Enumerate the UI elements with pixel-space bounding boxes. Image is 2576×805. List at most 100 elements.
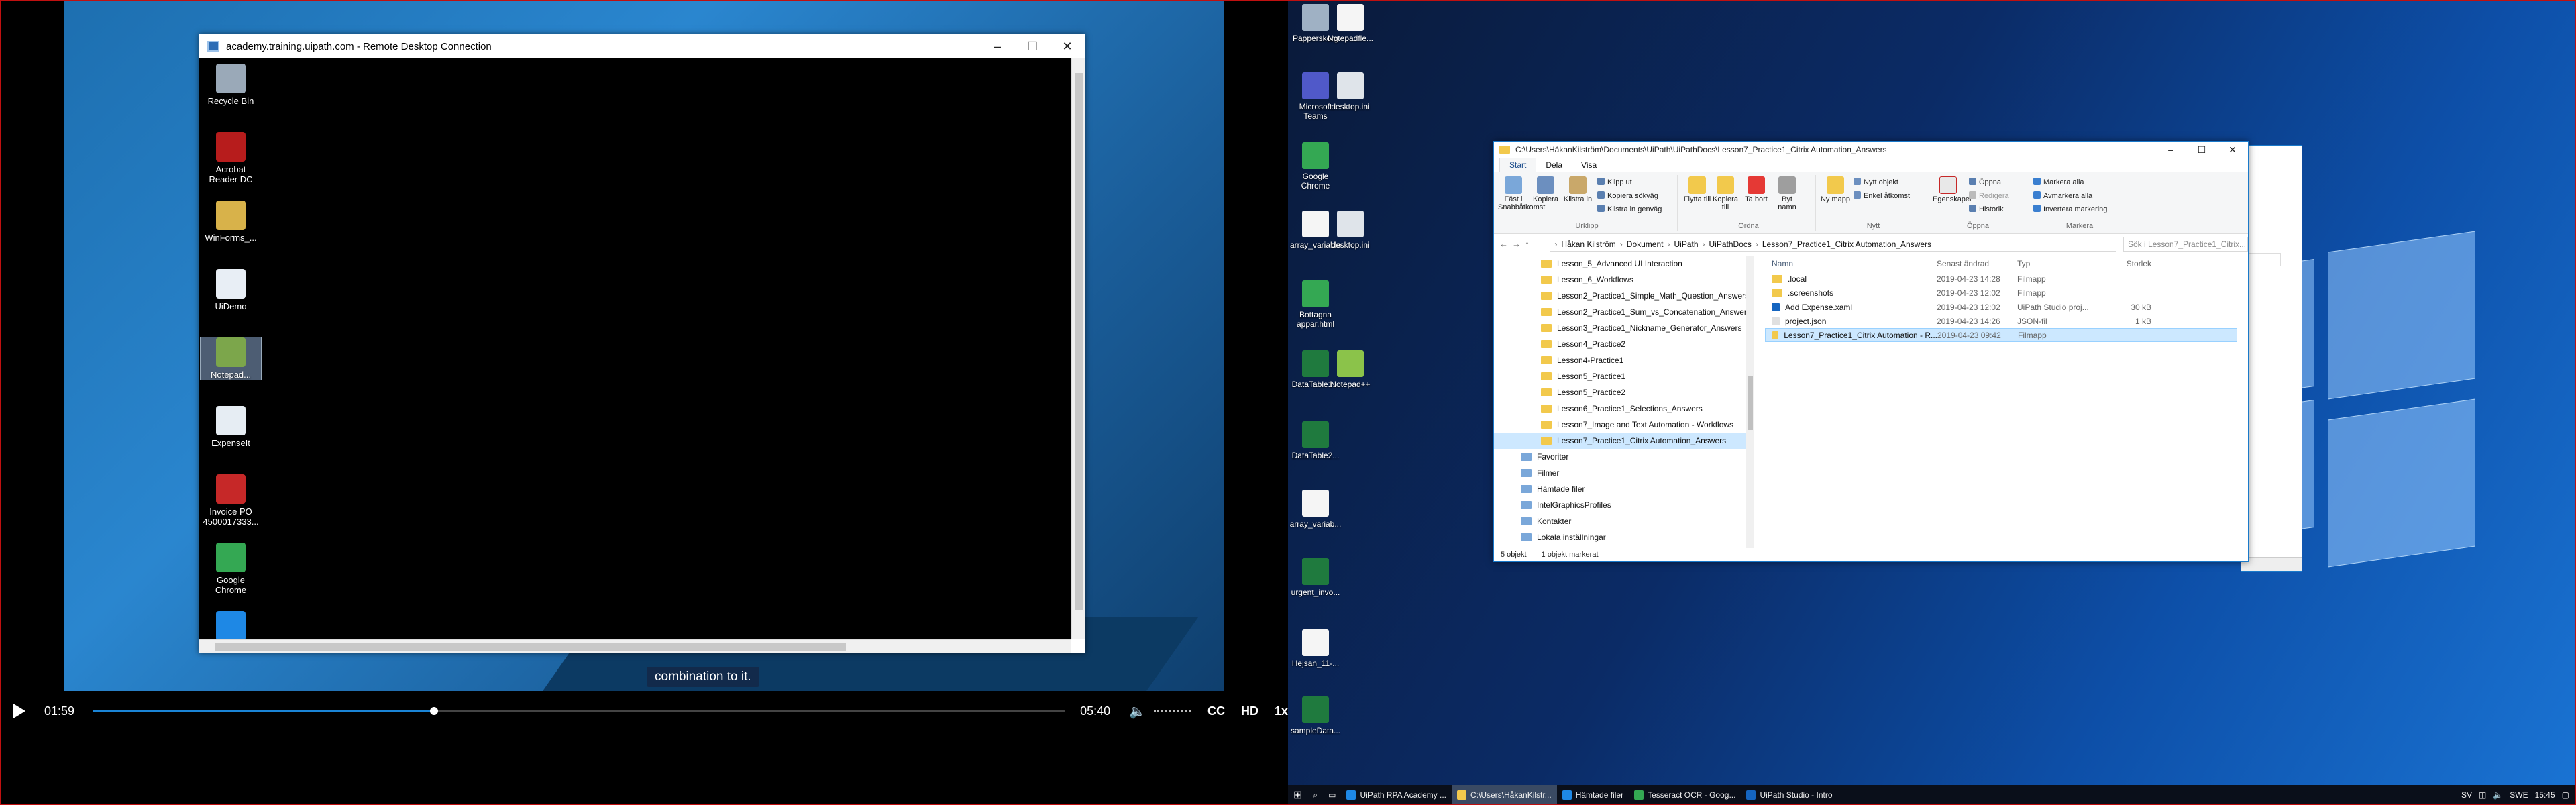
move-to-button[interactable]: Flytta till — [1682, 176, 1713, 203]
vertical-scrollbar[interactable] — [1071, 58, 1085, 639]
desktop-icon[interactable]: DataTable2... — [1289, 421, 1342, 460]
video-frame[interactable]: academy.training.uipath.com - Remote Des… — [64, 0, 1224, 691]
seek-handle[interactable] — [430, 707, 439, 715]
cut-button[interactable]: Klipp ut — [1597, 178, 1632, 186]
tree-item[interactable]: Lesson5_Practice2 — [1494, 384, 1754, 400]
clock[interactable]: 15:45 — [2535, 790, 2555, 800]
tree-item[interactable]: IntelGraphicsProfiles — [1494, 497, 1754, 513]
desktop-icon[interactable]: Notepad++ — [1324, 350, 1377, 389]
tree-item[interactable]: Lesson2_Practice1_Simple_Math_Question_A… — [1494, 288, 1754, 304]
forward-icon[interactable]: → — [1512, 239, 1525, 249]
tree-item[interactable]: Lesson7_Image and Text Automation - Work… — [1494, 417, 1754, 433]
keyboard-layout[interactable]: SWE — [2510, 790, 2528, 800]
remote-desktop-screen[interactable]: Recycle Bin Acrobat Reader DC WinForms_...… — [199, 58, 1071, 641]
volume-slider[interactable] — [1154, 710, 1191, 712]
quality-button[interactable]: HD — [1241, 704, 1258, 718]
desktop-icon[interactable]: sampleData... — [1289, 696, 1342, 735]
tree-item[interactable]: Kontakter — [1494, 513, 1754, 529]
table-row[interactable]: Lesson7_Practice1_Citrix Automation - R.… — [1765, 328, 2237, 342]
close-button[interactable]: ✕ — [2217, 144, 2248, 156]
remote-desktop-icon[interactable]: ExpenseIt — [201, 406, 261, 448]
tree-item[interactable]: Filmer — [1494, 465, 1754, 481]
desktop-icon[interactable]: Hejsan_11-... — [1289, 629, 1342, 668]
breadcrumb-item[interactable]: Lesson7_Practice1_Citrix Automation_Answ… — [1762, 239, 1931, 249]
minimize-button[interactable]: – — [980, 40, 1015, 54]
copy-to-button[interactable]: Kopiera till — [1710, 176, 1741, 211]
remote-desktop-icon[interactable]: Invoice PO 4500017333... — [201, 474, 261, 527]
network-icon[interactable]: ◫ — [2479, 790, 2486, 800]
tab-share[interactable]: Dela — [1536, 158, 1572, 172]
tree-item[interactable]: Lesson4_Practice2 — [1494, 336, 1754, 352]
search-icon[interactable]: ⌕ — [1307, 785, 1323, 805]
properties-button[interactable]: Egenskaper — [1933, 176, 1972, 203]
easy-access-button[interactable]: Enkel åtkomst — [1854, 191, 1910, 200]
explorer-titlebar[interactable]: C:\Users\HåkanKilström\Documents\UiPath\… — [1494, 142, 2248, 158]
tree-item[interactable]: Lesson5_Practice1 — [1494, 368, 1754, 384]
select-none-button[interactable]: Avmarkera alla — [2033, 191, 2092, 200]
tab-view[interactable]: Visa — [1572, 158, 1606, 172]
remote-desktop-icon[interactable]: Google Chrome — [201, 543, 261, 595]
pin-quick-access-button[interactable]: Fäst i Snabbåtkomst — [1498, 176, 1545, 211]
invert-selection-button[interactable]: Invertera markering — [2033, 205, 2107, 213]
play-icon[interactable] — [13, 704, 25, 718]
tree-item[interactable]: Lesson6_Practice1_Selections_Answers — [1494, 400, 1754, 417]
remote-desktop-icon[interactable]: UiDemo — [201, 269, 261, 311]
notifications-icon[interactable]: ▢ — [2562, 790, 2569, 800]
remote-desktop-icon[interactable]: Recycle Bin — [201, 64, 261, 106]
desktop-icon[interactable]: desktop.ini — [1324, 72, 1377, 111]
minimize-button[interactable]: – — [2155, 144, 2186, 156]
rdp-titlebar[interactable]: academy.training.uipath.com - Remote Des… — [199, 34, 1085, 58]
tab-start[interactable]: Start — [1499, 158, 1537, 172]
column-type[interactable]: Typ — [2017, 259, 2103, 268]
close-button[interactable]: ✕ — [1050, 40, 1085, 54]
desktop-icon[interactable]: Bottagna appar.html — [1289, 280, 1342, 329]
new-folder-button[interactable]: Ny mapp — [1820, 176, 1851, 203]
desktop-icon[interactable]: array_variab... — [1289, 490, 1342, 529]
tree-item[interactable]: Lesson7_Practice1_Citrix Automation_Answ… — [1494, 433, 1754, 449]
volume-icon[interactable]: 🔈 — [2493, 790, 2503, 800]
tree-item[interactable]: Favoriter — [1494, 449, 1754, 465]
rdp-window[interactable]: academy.training.uipath.com - Remote Des… — [199, 34, 1085, 653]
table-row[interactable]: .local 2019-04-23 14:28 Filmapp — [1765, 272, 2237, 286]
desktop-icon[interactable]: Google Chrome — [1289, 142, 1342, 191]
desktop-icon[interactable]: Notepadfle... — [1324, 4, 1377, 43]
back-icon[interactable]: ← — [1499, 239, 1512, 249]
file-explorer-window[interactable]: C:\Users\HåkanKilström\Documents\UiPath\… — [1493, 141, 2249, 562]
open-button[interactable]: Öppna — [1969, 178, 2001, 186]
speed-button[interactable]: 1x — [1275, 704, 1288, 718]
taskbar-item[interactable]: Hämtade filer — [1557, 785, 1629, 805]
navigation-scrollbar[interactable] — [1746, 256, 1754, 548]
breadcrumb[interactable]: › Håkan Kilström › Dokument › UiPath › UiPathDo… — [1550, 236, 2116, 252]
desktop-icon[interactable]: desktop.ini — [1324, 211, 1377, 250]
delete-button[interactable]: Ta bort — [1741, 176, 1772, 203]
table-row[interactable]: project.json 2019-04-23 14:26 JSON-fil 1 kB — [1765, 314, 2237, 328]
breadcrumb-item[interactable]: Håkan Kilström — [1561, 239, 1615, 249]
task-view-icon[interactable]: ▭ — [1323, 785, 1341, 805]
up-icon[interactable]: ↑ — [1525, 239, 1538, 249]
edit-button[interactable]: Redigera — [1969, 191, 2009, 200]
tree-item[interactable]: Lesson_6_Workflows — [1494, 272, 1754, 288]
desktop-icon[interactable]: urgent_invo... — [1289, 558, 1342, 597]
select-all-button[interactable]: Markera alla — [2033, 178, 2084, 186]
breadcrumb-item[interactable]: UiPathDocs — [1709, 239, 1752, 249]
remote-desktop-icon[interactable] — [201, 611, 261, 643]
rename-button[interactable]: Byt namn — [1772, 176, 1803, 211]
copy-path-button[interactable]: Kopiera sökväg — [1597, 191, 1658, 200]
volume-icon[interactable]: 🔈 — [1129, 703, 1146, 720]
column-date[interactable]: Senast ändrad — [1937, 259, 2017, 268]
taskbar-item[interactable]: C:\Users\HåkanKilstr... — [1452, 785, 1557, 805]
search-input[interactable]: Sök i Lesson7_Practice1_Citrix... — [2123, 236, 2248, 252]
taskbar-item[interactable]: UiPath Studio - Intro — [1741, 785, 1837, 805]
language-indicator[interactable]: SV — [2461, 790, 2472, 800]
tree-item[interactable]: Hämtade filer — [1494, 481, 1754, 497]
background-window[interactable] — [2241, 145, 2302, 572]
paste-shortcut-button[interactable]: Klistra in genväg — [1597, 205, 1662, 213]
tree-item[interactable]: Lesson3_Practice1_Nickname_Generator_Ans… — [1494, 320, 1754, 336]
taskbar-item[interactable]: UiPath RPA Academy ... — [1341, 785, 1452, 805]
breadcrumb-item[interactable]: UiPath — [1674, 239, 1698, 249]
copy-button[interactable]: Kopiera — [1530, 176, 1561, 203]
breadcrumb-item[interactable]: Dokument — [1627, 239, 1664, 249]
seek-bar[interactable] — [93, 707, 1066, 715]
maximize-button[interactable]: ☐ — [2186, 144, 2217, 156]
remote-desktop-icon[interactable]: Acrobat Reader DC — [201, 132, 261, 184]
